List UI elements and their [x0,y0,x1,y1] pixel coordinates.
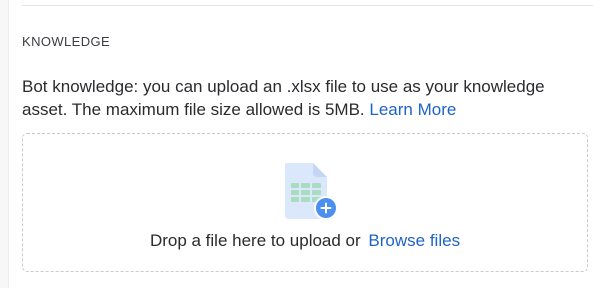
section-divider [22,5,593,6]
dropzone-prompt-row: Drop a file here to upload or Browse fil… [23,231,587,251]
knowledge-panel: KNOWLEDGE Bot knowledge: you can upload … [8,0,593,288]
file-dropzone[interactable]: Drop a file here to upload or Browse fil… [22,133,588,272]
spreadsheet-upload-icon [285,163,338,220]
description-text: Bot knowledge: you can upload an .xlsx f… [22,77,545,119]
browse-files-link[interactable]: Browse files [368,231,460,250]
learn-more-link[interactable]: Learn More [369,100,456,119]
section-title: KNOWLEDGE [22,34,111,49]
dropzone-prompt: Drop a file here to upload or [149,231,361,250]
knowledge-description: Bot knowledge: you can upload an .xlsx f… [22,75,590,121]
